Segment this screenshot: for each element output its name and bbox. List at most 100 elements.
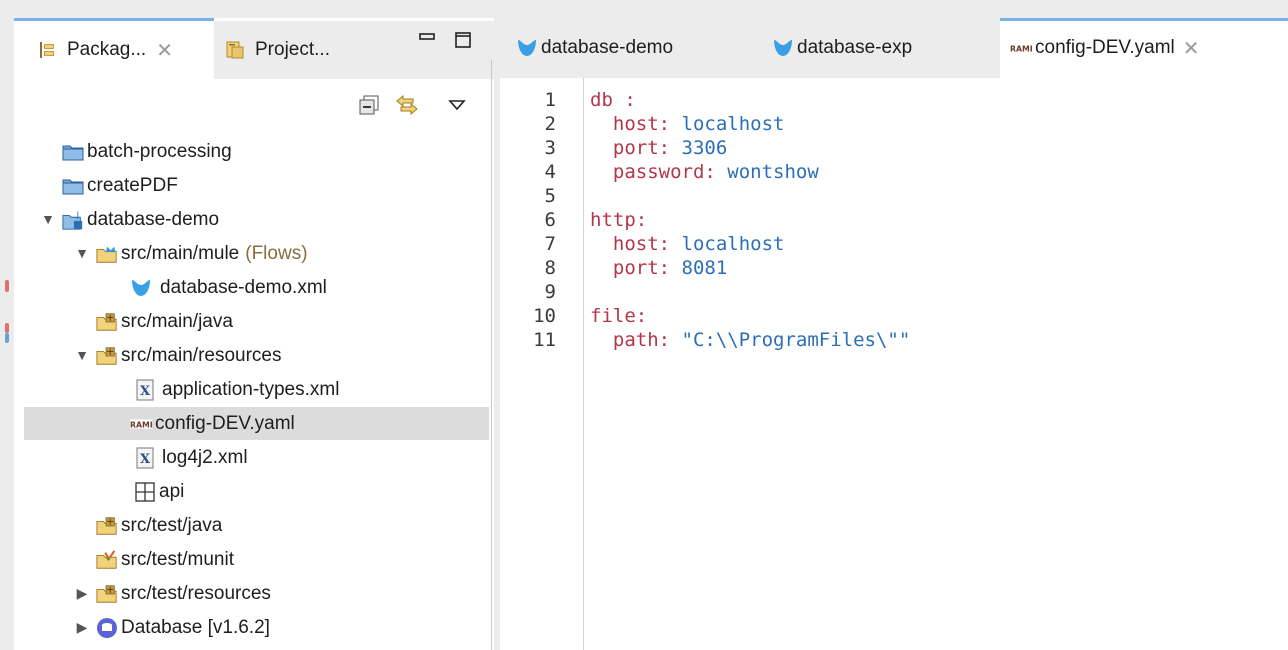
code-line: host: localhost — [590, 233, 785, 255]
tree-item-database-demo-xml[interactable]: database-demo.xml — [130, 271, 327, 304]
line-number-ruler: 1 2 3 4 5 6 7 8 9 10 11 — [520, 88, 560, 352]
tab-label: Packag... — [67, 39, 147, 60]
tab-database-demo[interactable]: database-demo — [516, 18, 766, 78]
tree-item-label: database-demo.xml — [160, 276, 327, 298]
tree-item-label: src/main/mule — [121, 242, 240, 264]
tree-item-application-types-xml[interactable]: X application-types.xml — [134, 373, 339, 406]
tree-item-log4j2-xml[interactable]: X log4j2.xml — [134, 441, 248, 474]
expand-toggle-icon[interactable]: ▶ — [74, 619, 90, 636]
collapse-all-icon[interactable] — [358, 94, 380, 121]
active-tab-accent — [1000, 18, 1288, 21]
code-line: db : — [590, 89, 636, 111]
expand-toggle-icon[interactable]: ▼ — [40, 211, 56, 227]
tree-item-label: database-demo — [87, 208, 220, 230]
tree-item-label: src/main/resources — [121, 344, 282, 366]
tree-item-label: src/main/java — [121, 310, 233, 332]
close-icon[interactable]: ✕ — [156, 38, 173, 63]
code-line: file: — [590, 305, 648, 327]
code-line: path: "C:\\ProgramFiles\"" — [590, 329, 911, 351]
expand-toggle-icon[interactable]: ▶ — [74, 585, 90, 602]
tree-item-src-test-munit[interactable]: src/test/munit — [96, 543, 234, 576]
tree-item-src-main-resources[interactable]: src/main/resources — [96, 339, 282, 372]
tree-item-batch-processing[interactable]: batch-processing — [62, 135, 232, 168]
mule-source-folder-icon — [96, 243, 118, 265]
top-bar — [0, 0, 1288, 18]
line-number: 1 — [544, 89, 556, 111]
line-number: 10 — [533, 305, 556, 327]
expand-toggle-icon[interactable]: ▼ — [74, 347, 90, 363]
code-editor[interactable]: 1 2 3 4 5 6 7 8 9 10 11 db : host: local… — [500, 78, 1288, 650]
munit-folder-icon — [96, 549, 118, 571]
close-icon[interactable]: ✕ — [1183, 36, 1200, 61]
line-number: 8 — [544, 257, 556, 279]
tab-label: config-DEV.yaml — [1035, 37, 1175, 58]
tree-item-label: src/test/resources — [121, 582, 271, 604]
tab-label: Project... — [255, 39, 330, 60]
code-line: http: — [590, 209, 648, 231]
mule-flow-icon — [516, 37, 538, 59]
folder-icon — [62, 141, 84, 163]
svg-text:RAML: RAML — [130, 420, 152, 429]
tree-item-label: config-DEV.yaml — [155, 412, 295, 434]
line-number: 4 — [544, 161, 556, 183]
code-line: port: 8081 — [590, 257, 728, 279]
raml-file-icon: RAML — [130, 413, 152, 435]
database-module-icon — [96, 617, 118, 639]
folder-icon — [62, 175, 84, 197]
expand-toggle-icon[interactable]: ▼ — [74, 245, 90, 261]
gutter-separator — [583, 78, 584, 650]
package-explorer-icon — [36, 39, 58, 61]
tree-item-api[interactable]: api — [134, 475, 184, 508]
svg-text:X: X — [140, 452, 151, 467]
line-number: 11 — [533, 329, 556, 351]
svg-text:X: X — [140, 384, 151, 399]
line-number: 9 — [544, 281, 556, 303]
code-lines: db : host: localhost port: 3306 password… — [590, 88, 910, 352]
mule-flow-icon — [130, 277, 152, 299]
tree-item-database-module[interactable]: Database [v1.6.2] — [96, 611, 270, 644]
tree-item-src-main-java[interactable]: src/main/java — [96, 305, 233, 338]
tree-item-src-test-resources[interactable]: src/test/resources — [96, 577, 271, 610]
code-line: port: 3306 — [590, 137, 728, 159]
project-explorer-icon — [224, 39, 246, 61]
xml-file-icon: X — [134, 447, 156, 469]
tab-package-explorer[interactable]: Packag... ✕ — [14, 21, 214, 79]
code-line: host: localhost — [590, 113, 785, 135]
tab-database-exp[interactable]: database-exp — [772, 18, 992, 78]
line-number: 6 — [544, 209, 556, 231]
source-folder-icon — [96, 345, 118, 367]
view-toolbar — [358, 92, 466, 122]
link-with-editor-icon[interactable] — [394, 92, 420, 123]
tab-project-explorer[interactable]: Project... — [214, 21, 414, 79]
tree-item-createpdf[interactable]: createPDF — [62, 169, 178, 202]
view-tabs: Packag... ✕ Project... — [14, 21, 494, 79]
tree-item-config-dev-yaml[interactable]: RAML config-DEV.yaml — [24, 407, 489, 440]
mule-project-icon: J — [62, 209, 84, 231]
xml-file-icon: X — [134, 379, 156, 401]
tree-item-label: log4j2.xml — [162, 446, 248, 468]
package-icon — [134, 481, 156, 503]
svg-text:RAML: RAML — [1010, 45, 1032, 54]
tree-item-src-main-mule[interactable]: src/main/mule (Flows) — [96, 237, 308, 270]
tab-config-dev-yaml[interactable]: RAML config-DEV.yaml ✕ — [1000, 18, 1288, 78]
maximize-icon[interactable] — [454, 31, 472, 49]
mule-flow-icon — [772, 37, 794, 59]
tree-item-label: src/test/java — [121, 514, 223, 536]
view-border — [491, 60, 492, 650]
tree-item-label: api — [159, 480, 185, 502]
tree-item-label: src/test/munit — [121, 548, 234, 570]
minimize-icon[interactable] — [418, 31, 436, 49]
editor-tabs: database-demo database-exp RAML config-D… — [500, 18, 1288, 78]
source-folder-icon — [96, 583, 118, 605]
line-number: 5 — [544, 185, 556, 207]
tree-item-label: Database [v1.6.2] — [121, 616, 270, 638]
view-menu-icon[interactable] — [448, 98, 466, 116]
left-edge — [0, 18, 14, 650]
tree-item-database-demo[interactable]: J database-demo — [62, 203, 219, 236]
tab-label: database-demo — [541, 37, 674, 58]
source-folder-icon — [96, 515, 118, 537]
raml-file-icon: RAML — [1010, 37, 1032, 59]
tree-item-src-test-java[interactable]: src/test/java — [96, 509, 222, 542]
